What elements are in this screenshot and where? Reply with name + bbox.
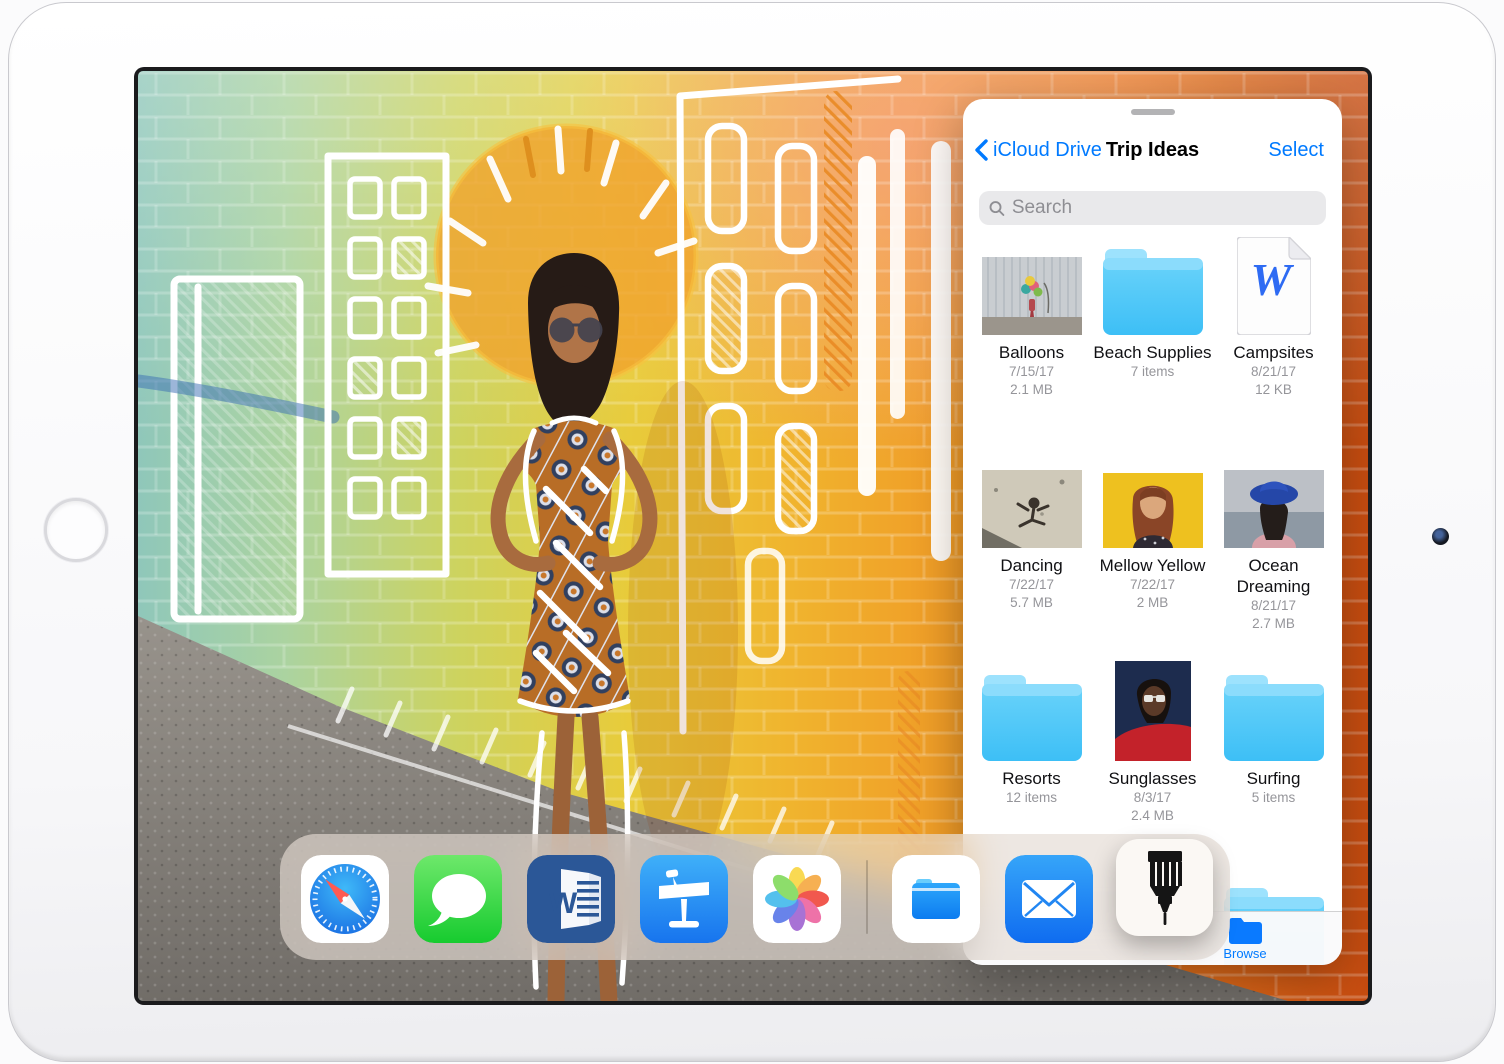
photo-thumbnail bbox=[1115, 661, 1191, 761]
display-area: iCloud Drive Trip Ideas Select bbox=[138, 71, 1368, 1001]
file-item-mellow-yellow[interactable]: Mellow Yellow 7/22/17 2 MB bbox=[1092, 444, 1213, 657]
file-item-ocean-dreaming[interactable]: Ocean Dreaming 8/21/17 2.7 MB bbox=[1213, 444, 1334, 657]
file-item-surfing[interactable]: Surfing 5 items bbox=[1213, 657, 1334, 870]
ipad-screen: iCloud Drive Trip Ideas Select bbox=[134, 67, 1372, 1005]
file-item-dancing[interactable]: Dancing 7/22/17 5.7 MB bbox=[971, 444, 1092, 657]
folder-icon bbox=[982, 675, 1082, 761]
photos-icon[interactable] bbox=[753, 855, 841, 943]
word-document-icon: W bbox=[1237, 237, 1311, 335]
word-icon[interactable]: W bbox=[527, 855, 615, 943]
tab-browse-label: Browse bbox=[1223, 946, 1266, 961]
svg-text:W: W bbox=[549, 887, 578, 920]
folder-icon bbox=[1229, 917, 1262, 944]
file-item-balloons[interactable]: Balloons 7/15/17 2.1 MB bbox=[971, 231, 1092, 444]
keynote-icon[interactable] bbox=[640, 855, 728, 943]
files-icon[interactable] bbox=[892, 855, 980, 943]
photo-thumbnail bbox=[982, 257, 1082, 335]
select-button[interactable]: Select bbox=[1268, 135, 1324, 165]
photo-thumbnail bbox=[1103, 473, 1203, 548]
dock: W bbox=[280, 834, 1230, 960]
search-icon bbox=[989, 200, 1005, 217]
mail-icon[interactable] bbox=[1005, 855, 1093, 943]
panel-nav: iCloud Drive Trip Ideas Select bbox=[963, 135, 1342, 165]
search-field[interactable] bbox=[979, 191, 1326, 225]
svg-text:W: W bbox=[1250, 254, 1294, 305]
dragged-app-pen[interactable] bbox=[1116, 839, 1213, 936]
messages-icon[interactable] bbox=[414, 855, 502, 943]
dock-divider bbox=[866, 860, 868, 934]
folder-icon bbox=[1103, 249, 1203, 335]
photo-thumbnail bbox=[1224, 470, 1324, 548]
ipad-frame: iCloud Drive Trip Ideas Select bbox=[8, 2, 1496, 1062]
front-camera bbox=[1432, 528, 1449, 545]
file-item-beach-supplies[interactable]: Beach Supplies 7 items bbox=[1092, 231, 1213, 444]
photo-thumbnail bbox=[982, 470, 1082, 548]
search-input[interactable] bbox=[1012, 197, 1316, 219]
home-button[interactable] bbox=[44, 498, 108, 562]
folder-icon bbox=[1224, 675, 1324, 761]
pen-marker-icon bbox=[1140, 849, 1190, 927]
file-item-campsites[interactable]: W Campsites 8/21/17 12 KB bbox=[1213, 231, 1334, 444]
drag-handle[interactable] bbox=[1131, 109, 1175, 115]
safari-icon[interactable] bbox=[301, 855, 389, 943]
